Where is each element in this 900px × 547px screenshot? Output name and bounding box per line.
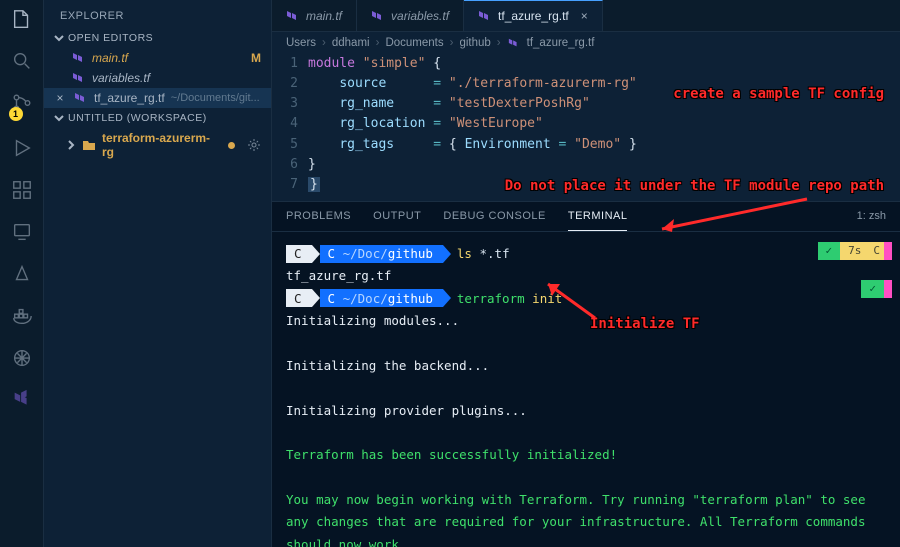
tab-label: tf_azure_rg.tf bbox=[498, 9, 569, 23]
breadcrumb-item[interactable]: github bbox=[459, 37, 490, 49]
terraform-icon[interactable] bbox=[11, 389, 33, 411]
terraform-file-icon bbox=[371, 9, 385, 23]
open-editor-item[interactable]: variables.tf bbox=[44, 68, 271, 88]
panel: PROBLEMS OUTPUT DEBUG CONSOLE TERMINAL 1… bbox=[272, 201, 900, 547]
breadcrumb-item[interactable]: ddhami bbox=[332, 37, 370, 49]
terraform-file-icon bbox=[72, 71, 86, 85]
extensions-icon[interactable] bbox=[11, 179, 33, 201]
debug-icon[interactable] bbox=[11, 137, 33, 159]
annotation-text: Initialize TF bbox=[590, 314, 700, 336]
terminal-output: tf_azure_rg.tf bbox=[286, 266, 886, 285]
terraform-file-icon bbox=[478, 9, 492, 23]
panel-tab-problems[interactable]: PROBLEMS bbox=[286, 202, 351, 230]
annotation-text: Do not place it under the TF module repo… bbox=[505, 176, 884, 198]
file-path: ~/Documents/git... bbox=[171, 92, 261, 104]
chevron-right-icon: › bbox=[322, 37, 326, 49]
gear-icon[interactable] bbox=[247, 138, 261, 152]
files-icon[interactable] bbox=[11, 8, 33, 30]
close-icon[interactable]: × bbox=[581, 9, 588, 23]
tab-label: main.tf bbox=[306, 9, 342, 23]
open-editor-item[interactable]: main.tf M bbox=[44, 48, 271, 68]
breadcrumb-item[interactable]: Documents bbox=[385, 37, 443, 49]
folder-name: terraform-azurerm-rg bbox=[102, 131, 222, 159]
tab-variables-tf[interactable]: variables.tf bbox=[357, 0, 464, 31]
prompt-status: ✓ bbox=[861, 280, 892, 298]
folder-icon bbox=[82, 138, 96, 152]
terminal-shell-selector[interactable]: 1: zsh bbox=[857, 210, 886, 222]
azure-icon[interactable] bbox=[11, 263, 33, 285]
activity-bar: 1 bbox=[0, 0, 44, 547]
workspace-folder[interactable]: terraform-azurerm-rg bbox=[44, 128, 271, 162]
breadcrumb[interactable]: Users › ddhami › Documents › github › tf_azu… bbox=[272, 32, 900, 54]
sidebar: EXPLORER OPEN EDITORS main.tf M variable… bbox=[44, 0, 272, 547]
terraform-file-icon bbox=[286, 9, 300, 23]
chevron-right-icon: › bbox=[450, 37, 454, 49]
tab-tf-azure-rg[interactable]: tf_azure_rg.tf × bbox=[464, 0, 603, 31]
terminal-prompt: C C ~/Doc/github ls *.tf bbox=[286, 244, 886, 263]
file-name: main.tf bbox=[92, 51, 128, 65]
editor-tabs: main.tf variables.tf tf_azure_rg.tf × bbox=[272, 0, 900, 32]
terraform-file-icon bbox=[72, 51, 86, 65]
close-icon[interactable]: × bbox=[54, 91, 66, 105]
workspace-header[interactable]: UNTITLED (WORKSPACE) bbox=[44, 108, 271, 128]
tab-main-tf[interactable]: main.tf bbox=[272, 0, 357, 31]
open-editor-item[interactable]: × tf_azure_rg.tf ~/Documents/git... bbox=[44, 88, 271, 108]
terminal-output: Initializing modules... Initializing the… bbox=[286, 311, 886, 547]
docker-icon[interactable] bbox=[11, 305, 33, 327]
code-editor[interactable]: 1module "simple" { 2 source = "./terrafo… bbox=[272, 54, 900, 201]
scm-badge: 1 bbox=[9, 107, 23, 121]
terminal[interactable]: ✓7sC ✓ C C ~/Doc/github ls *.tf tf_azure… bbox=[272, 232, 900, 547]
file-name: variables.tf bbox=[92, 71, 150, 85]
open-editors-header[interactable]: OPEN EDITORS bbox=[44, 28, 271, 48]
kubernetes-icon[interactable] bbox=[11, 347, 33, 369]
terraform-file-icon bbox=[507, 37, 521, 49]
chevron-right-icon: › bbox=[497, 37, 501, 49]
search-icon[interactable] bbox=[11, 50, 33, 72]
open-editors-label: OPEN EDITORS bbox=[68, 32, 153, 44]
chevron-right-icon: › bbox=[376, 37, 380, 49]
remote-icon[interactable] bbox=[11, 221, 33, 243]
panel-tabs: PROBLEMS OUTPUT DEBUG CONSOLE TERMINAL 1… bbox=[272, 202, 900, 232]
breadcrumb-item[interactable]: tf_azure_rg.tf bbox=[527, 37, 595, 49]
editor-area: main.tf variables.tf tf_azure_rg.tf × Us… bbox=[272, 0, 900, 547]
file-name: tf_azure_rg.tf bbox=[94, 91, 165, 105]
prompt-status: ✓7sC bbox=[818, 242, 893, 260]
panel-tab-output[interactable]: OUTPUT bbox=[373, 202, 421, 230]
modified-indicator: M bbox=[251, 51, 261, 65]
workspace-label: UNTITLED (WORKSPACE) bbox=[68, 112, 207, 124]
sidebar-title: EXPLORER bbox=[44, 0, 271, 28]
panel-tab-debug[interactable]: DEBUG CONSOLE bbox=[443, 202, 545, 230]
breadcrumb-item[interactable]: Users bbox=[286, 37, 316, 49]
chevron-down-icon bbox=[54, 113, 64, 123]
modified-dot-icon bbox=[228, 142, 235, 149]
panel-tab-terminal[interactable]: TERMINAL bbox=[568, 202, 628, 231]
tab-label: variables.tf bbox=[391, 9, 449, 23]
chevron-down-icon bbox=[54, 33, 64, 43]
annotation-text: create a sample TF config bbox=[673, 84, 884, 106]
chevron-right-icon bbox=[66, 140, 76, 150]
terraform-file-icon bbox=[74, 91, 88, 105]
terminal-prompt: C C ~/Doc/github terraform init bbox=[286, 289, 886, 308]
